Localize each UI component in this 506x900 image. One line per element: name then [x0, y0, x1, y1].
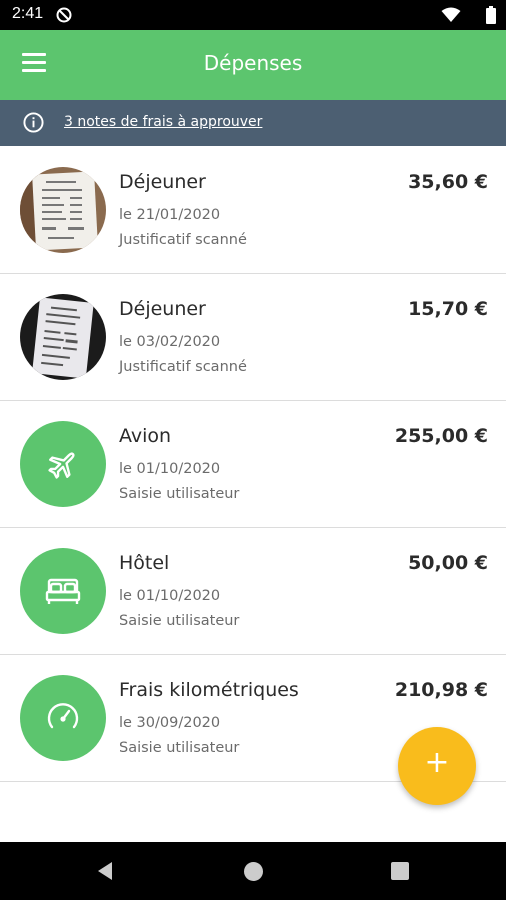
expense-list: Déjeuner le 21/01/2020 Justificatif scan…: [0, 147, 506, 782]
expense-source: Justificatif scanné: [119, 359, 247, 375]
do-not-disturb-icon: [56, 7, 72, 23]
category-avatar: [20, 675, 106, 761]
expense-source: Saisie utilisateur: [119, 740, 240, 756]
status-bar: 2:41: [0, 0, 506, 30]
battery-icon: [486, 6, 496, 24]
expense-amount: 50,00 €: [408, 552, 488, 574]
expense-source: Saisie utilisateur: [119, 613, 240, 629]
expense-title: Hôtel: [119, 552, 170, 574]
add-icon: +: [424, 745, 450, 780]
speedometer-icon: [47, 703, 79, 729]
category-avatar: [20, 421, 106, 507]
receipt-photo-thumbnail: [20, 294, 106, 380]
status-time: 2:41: [12, 5, 44, 22]
category-avatar: [20, 548, 106, 634]
expense-row[interactable]: Déjeuner le 21/01/2020 Justificatif scan…: [0, 147, 506, 274]
expense-title: Frais kilométriques: [119, 679, 299, 701]
approve-expenses-link[interactable]: 3 notes de frais à approuver: [64, 114, 262, 130]
expense-date: le 01/10/2020: [119, 588, 221, 604]
airplane-icon: [48, 452, 75, 479]
wifi-icon: [441, 7, 461, 22]
system-navigation-bar: [0, 842, 506, 900]
add-expense-button[interactable]: +: [398, 727, 476, 805]
expense-date: le 21/01/2020: [119, 207, 221, 223]
expense-title: Déjeuner: [119, 171, 206, 193]
home-icon[interactable]: [244, 862, 263, 881]
expense-amount: 210,98 €: [394, 679, 488, 701]
expense-date: le 30/09/2020: [119, 715, 221, 731]
expense-row[interactable]: Avion le 01/10/2020 Saisie utilisateur 2…: [0, 401, 506, 528]
expense-amount: 15,70 €: [408, 298, 488, 320]
recent-apps-icon[interactable]: [391, 862, 409, 880]
approval-banner[interactable]: 3 notes de frais à approuver: [0, 100, 506, 146]
expense-amount: 255,00 €: [394, 425, 488, 447]
expense-source: Saisie utilisateur: [119, 486, 240, 502]
expense-source: Justificatif scanné: [119, 232, 247, 248]
bed-icon: [45, 578, 81, 604]
expense-row[interactable]: Hôtel le 01/10/2020 Saisie utilisateur 5…: [0, 528, 506, 655]
expense-title: Déjeuner: [119, 298, 206, 320]
receipt-photo-thumbnail: [20, 167, 106, 253]
info-icon: [23, 112, 44, 133]
expense-row[interactable]: Déjeuner le 03/02/2020 Justificatif scan…: [0, 274, 506, 401]
expense-date: le 01/10/2020: [119, 461, 221, 477]
expense-amount: 35,60 €: [408, 171, 488, 193]
page-title: Dépenses: [203, 51, 303, 75]
app-bar: Dépenses: [0, 30, 506, 100]
back-icon[interactable]: [96, 861, 114, 881]
expense-title: Avion: [119, 425, 172, 447]
expense-date: le 03/02/2020: [119, 334, 221, 350]
